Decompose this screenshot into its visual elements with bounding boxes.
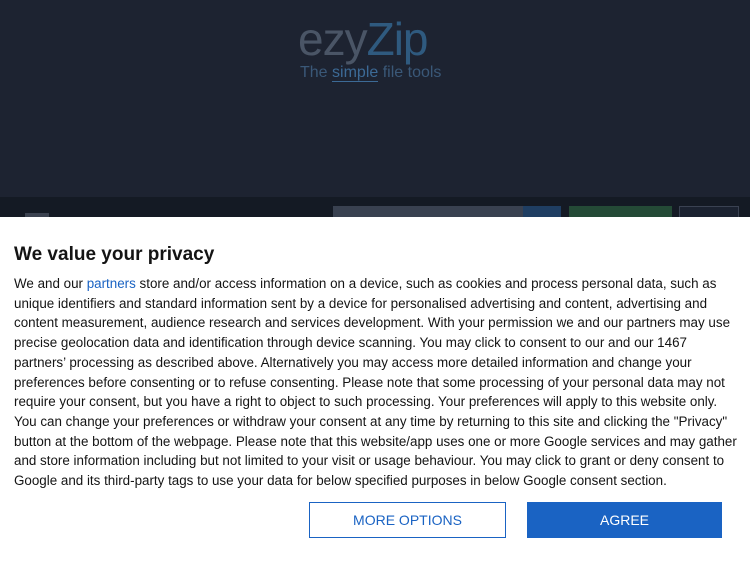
- tagline-simple: simple: [332, 64, 379, 82]
- privacy-consent-dialog: We value your privacy We and our partner…: [0, 217, 750, 563]
- tagline-rest: file tools: [382, 64, 442, 81]
- agree-button[interactable]: AGREE: [527, 502, 722, 538]
- dialog-title: We value your privacy: [14, 244, 215, 265]
- tagline-the: The: [300, 64, 328, 81]
- logo-tagline: The simple file tools: [300, 64, 441, 82]
- body-main: store and/or access information on a dev…: [14, 276, 737, 489]
- site-header: ezyZip The simple file tools: [0, 0, 750, 197]
- logo-part-zip: Zip: [366, 13, 429, 65]
- dialog-body-text: We and our partners store and/or access …: [14, 274, 738, 491]
- partners-link[interactable]: partners: [87, 276, 136, 291]
- logo-wordmark: ezyZip: [298, 12, 428, 66]
- logo-part-ezy: ezy: [298, 13, 368, 65]
- body-intro: We and our: [14, 276, 87, 291]
- more-options-button[interactable]: MORE OPTIONS: [309, 502, 506, 538]
- ezyzip-logo[interactable]: ezyZip The simple file tools: [298, 12, 458, 92]
